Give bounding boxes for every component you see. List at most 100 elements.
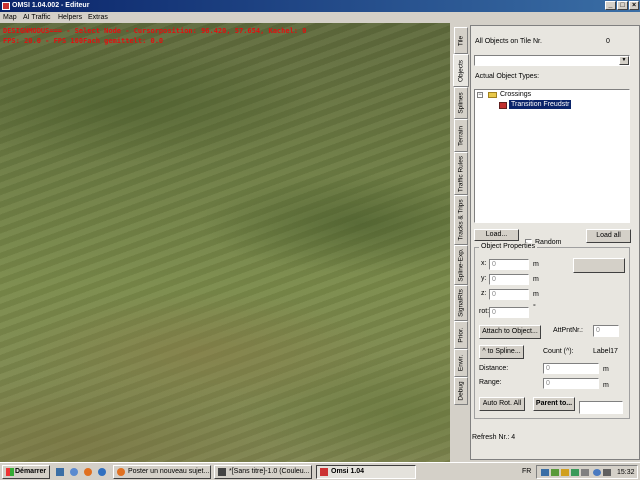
object-select-combobox[interactable]: ▼	[474, 55, 630, 66]
task-paint[interactable]: *[Sans titre]-1.0 (Couleu...	[214, 465, 312, 479]
omsi-icon	[320, 468, 328, 476]
tree-folder-crossings[interactable]: Crossings	[500, 91, 531, 98]
count-label: Count (^):	[543, 348, 574, 355]
tray-app-icon-3[interactable]	[571, 469, 579, 476]
tab-tracks-trips[interactable]: Tracks & Trips	[454, 195, 468, 245]
taskbar: Démarrer Poster un nouveau sujet... *[Sa…	[0, 462, 640, 480]
task-forum-post[interactable]: Poster un nouveau sujet...	[113, 465, 211, 479]
tab-debug[interactable]: Debug	[454, 377, 468, 405]
help-icon[interactable]	[593, 469, 601, 476]
debug-fps-line: FPS: 20.0 - FPS 100Fach gemittelt: 0.0	[3, 37, 164, 45]
refresh-label: Refresh Nr.: 4	[472, 434, 516, 441]
title-bar: OMSI 1.04.002 - Editeur _ □ ×	[0, 0, 640, 12]
tray-app-icon-4[interactable]	[581, 469, 589, 476]
tray-app-icon-2[interactable]	[561, 469, 569, 476]
volume-icon[interactable]	[603, 469, 611, 476]
tab-signal-rts[interactable]: SignalRts	[454, 285, 468, 321]
vertical-tab-strip: Tile Objects Splines Terrain Traffic Rul…	[452, 23, 470, 462]
tab-spline-exp[interactable]: Spline-Exp.	[454, 245, 468, 285]
tab-envir[interactable]: Envir.	[454, 349, 468, 377]
distance-label: Distance:	[479, 365, 509, 372]
z-input[interactable]: 0	[489, 289, 529, 300]
tab-objects[interactable]: Objects	[453, 54, 469, 87]
clock: 15:32	[617, 469, 635, 476]
tab-tile[interactable]: Tile	[454, 27, 468, 54]
tab-terrain[interactable]: Terrain	[454, 119, 468, 152]
properties-title: Object Properties	[479, 243, 538, 250]
load-button[interactable]: Load...	[474, 229, 519, 241]
start-button[interactable]: Démarrer	[2, 465, 50, 479]
actual-types-label: Actual Object Types:	[475, 73, 540, 80]
y-input[interactable]: 0	[489, 274, 529, 285]
language-indicator[interactable]: FR	[522, 468, 531, 475]
ie-icon[interactable]	[70, 468, 78, 476]
load-all-button[interactable]: Load all	[586, 229, 631, 243]
menu-helpers[interactable]: Helpers	[58, 12, 82, 23]
x-input[interactable]: 0	[489, 259, 529, 270]
task-omsi[interactable]: Omsi 1.04	[316, 465, 416, 479]
auto-rot-all-button[interactable]: Auto Rot. All	[479, 397, 525, 411]
all-objects-label: All Objects on Tile Nr.	[475, 38, 542, 45]
menu-bar: Map AI Traffic Helpers Extras	[0, 12, 640, 23]
firefox-icon[interactable]	[84, 468, 92, 476]
to-spline-button[interactable]: ^ to Spline...	[479, 345, 524, 359]
y-unit: m	[533, 276, 539, 283]
gimp-icon	[218, 468, 226, 476]
collapse-icon[interactable]: −	[477, 92, 483, 98]
menu-extras[interactable]: Extras	[88, 12, 108, 23]
distance-unit: m	[603, 366, 609, 373]
debug-status-line: DESIGNMODUS=== - Select Node - Cursorpos…	[3, 27, 307, 35]
menu-ai-traffic[interactable]: AI Traffic	[23, 12, 51, 23]
app-icon	[2, 2, 10, 10]
editor-side-panel: Tile Objects Splines Terrain Traffic Rul…	[452, 23, 640, 462]
blank-button[interactable]	[573, 258, 625, 273]
editor-viewport[interactable]: DESIGNMODUS=== - Select Node - Cursorpos…	[0, 23, 450, 462]
menu-map[interactable]: Map	[3, 12, 17, 23]
tab-traffic-rules[interactable]: Traffic Rules	[454, 152, 468, 195]
window-title: OMSI 1.04.002 - Editeur	[12, 2, 90, 9]
x-label: x:	[481, 260, 487, 267]
windows-logo-icon	[6, 468, 14, 476]
object-types-tree[interactable]: − Crossings Transition Freudstr	[474, 89, 630, 223]
restore-button[interactable]: □	[617, 1, 628, 10]
tray-app-icon[interactable]	[551, 469, 559, 476]
all-objects-count: 0	[606, 38, 610, 45]
house-icon	[499, 102, 507, 109]
y-label: y:	[481, 275, 487, 282]
tab-splines[interactable]: Splines	[454, 87, 468, 119]
start-label: Démarrer	[15, 468, 47, 475]
rot-input[interactable]: 0	[489, 307, 529, 318]
distance-input[interactable]: 0	[543, 363, 599, 374]
attpnt-input[interactable]: 0	[593, 325, 619, 337]
folder-icon	[488, 92, 497, 98]
tab-prior[interactable]: Prior.	[454, 321, 468, 349]
objects-tab-content: All Objects on Tile Nr. 0 ▼ Actual Objec…	[470, 25, 640, 460]
minimize-button[interactable]: _	[605, 1, 616, 10]
x-unit: m	[533, 261, 539, 268]
firefox-icon	[117, 468, 125, 476]
range-unit: m	[603, 382, 609, 389]
rot-unit: °	[533, 304, 536, 311]
random-label: Random	[535, 239, 562, 246]
label17: Label17	[593, 348, 618, 355]
z-unit: m	[533, 291, 539, 298]
range-label: Range:	[479, 379, 502, 386]
task-label: Poster un nouveau sujet...	[128, 468, 210, 475]
object-properties-group: Object Properties x: 0 m y: 0 m z: 0 m r…	[474, 243, 630, 419]
task-label: Omsi 1.04	[331, 468, 365, 475]
attach-to-object-button[interactable]: Attach to Object...	[479, 325, 541, 339]
media-player-icon[interactable]	[98, 468, 106, 476]
attpnt-label: AttPntNr.:	[553, 327, 583, 334]
parent-to-button[interactable]: Parent to...	[533, 397, 575, 411]
system-tray: 15:32	[536, 465, 638, 479]
z-label: z:	[481, 290, 487, 297]
close-button[interactable]: ×	[629, 1, 639, 10]
parent-input[interactable]	[579, 401, 623, 414]
chevron-down-icon[interactable]: ▼	[619, 56, 629, 65]
task-label: *[Sans titre]-1.0 (Couleu...	[229, 468, 310, 475]
rot-label: rot:	[479, 308, 490, 315]
range-input[interactable]: 0	[543, 378, 599, 389]
tree-item-selected[interactable]: Transition Freudstr	[509, 100, 572, 109]
network-icon[interactable]	[541, 469, 549, 476]
show-desktop-icon[interactable]	[56, 468, 64, 476]
